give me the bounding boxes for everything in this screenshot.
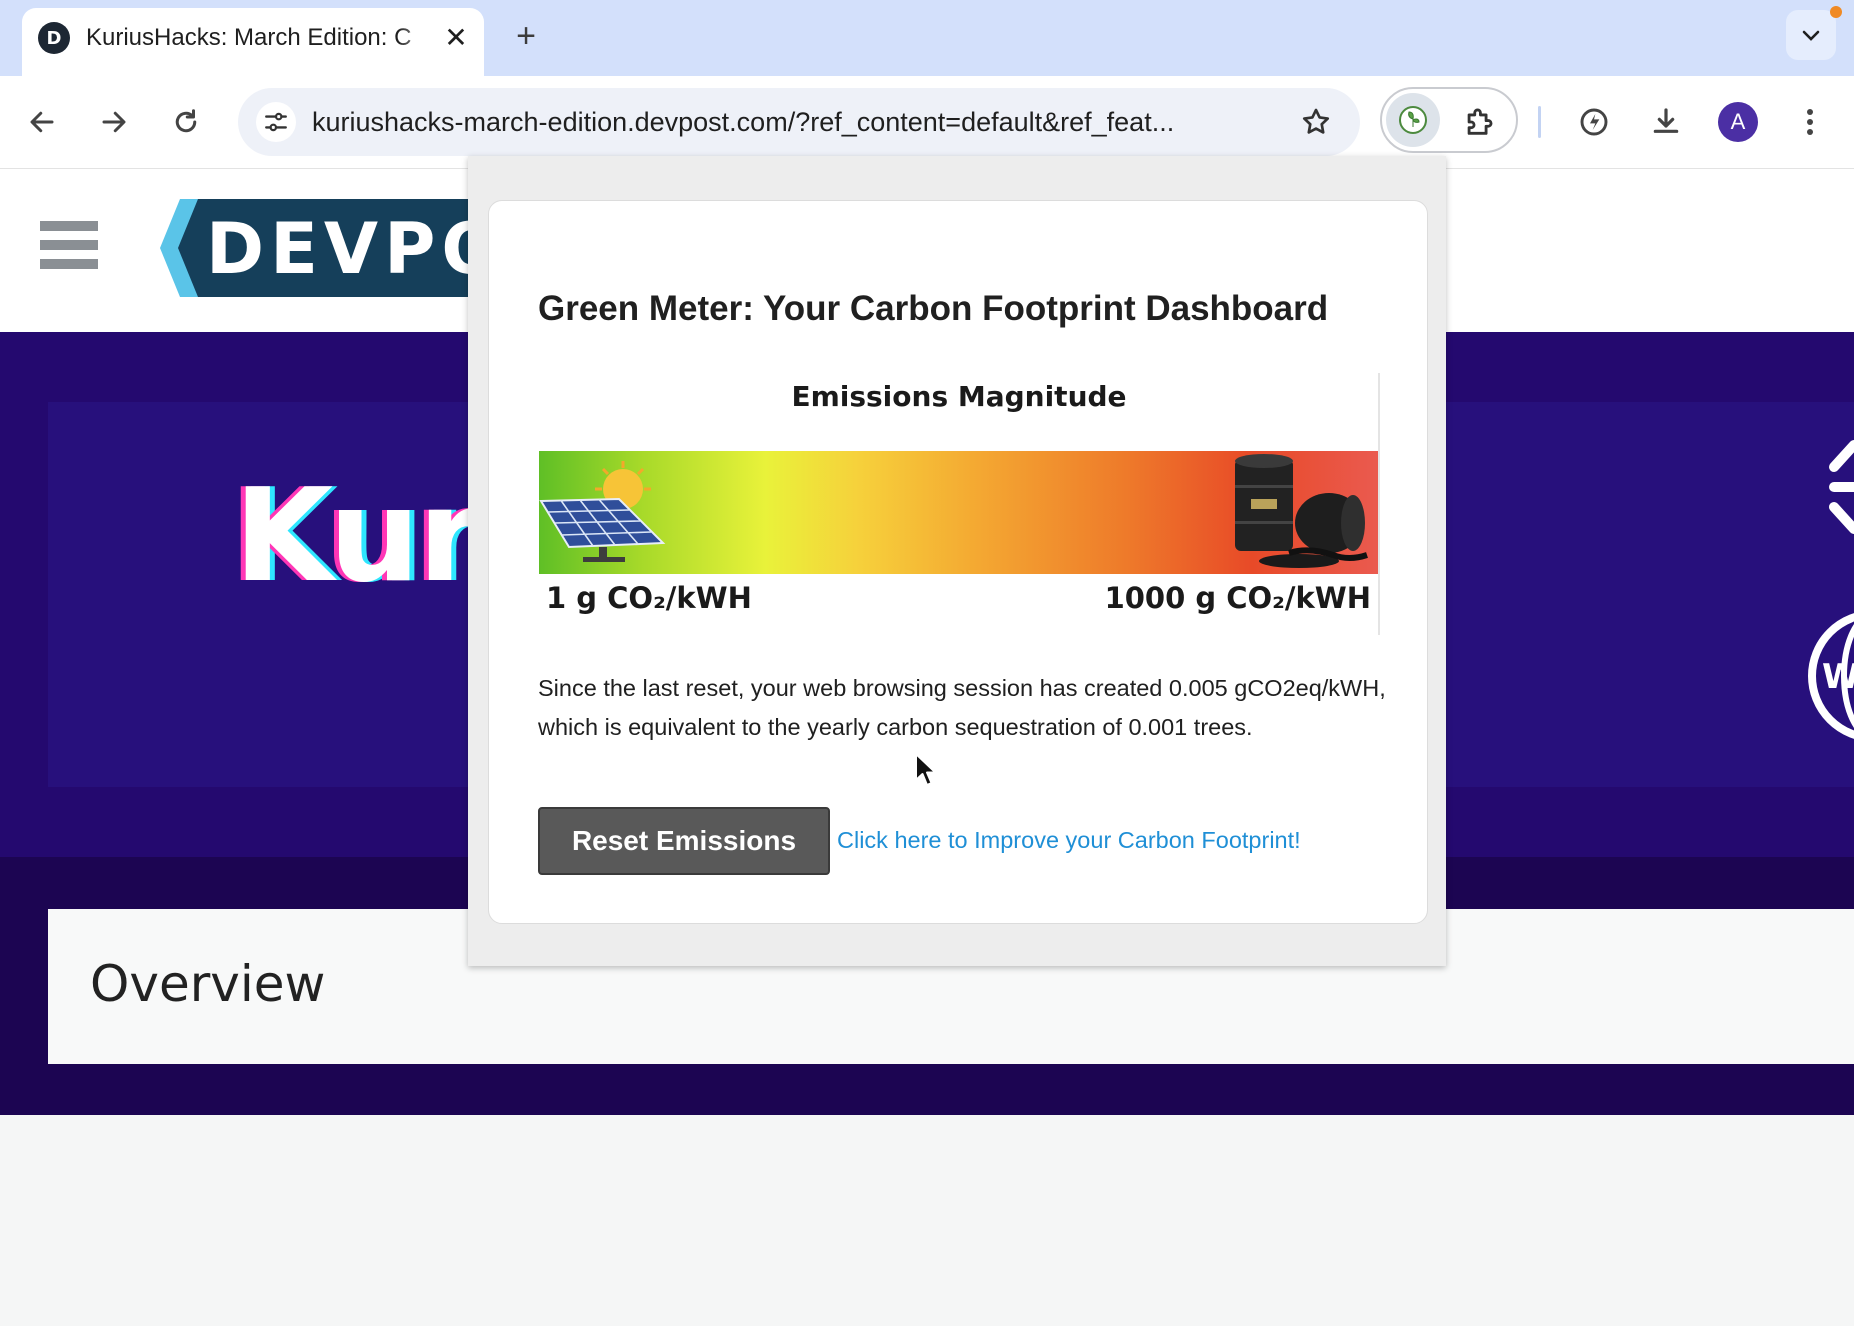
tab-search-button[interactable] xyxy=(1786,10,1836,60)
tab-strip: D KuriusHacks: March Edition: C ✕ + xyxy=(0,0,1854,76)
forward-button[interactable] xyxy=(90,98,138,146)
performance-button[interactable] xyxy=(1570,98,1618,146)
reload-button[interactable] xyxy=(162,98,210,146)
browser-tab[interactable]: D KuriusHacks: March Edition: C ✕ xyxy=(22,8,484,76)
tune-icon xyxy=(265,112,287,132)
meter-min-label: 1 g CO₂/kWH xyxy=(546,581,752,615)
chevron-down-icon xyxy=(1802,30,1820,41)
svg-text:W: W xyxy=(1822,657,1854,697)
extensions-group xyxy=(1380,87,1518,153)
meter-divider xyxy=(1378,373,1380,635)
devpost-logo[interactable]: DEVPOST xyxy=(160,199,490,297)
sparkle-icon xyxy=(1829,440,1854,534)
emissions-gradient-bar xyxy=(539,451,1378,574)
bookmark-star-button[interactable] xyxy=(1296,102,1336,142)
address-bar[interactable]: kuriushacks-march-edition.devpost.com/?r… xyxy=(238,88,1360,156)
green-meter-extension-button[interactable] xyxy=(1386,93,1440,147)
meter-title: Emissions Magnitude xyxy=(791,380,1127,413)
star-icon xyxy=(1302,108,1330,134)
reload-icon xyxy=(175,109,197,133)
more-vertical-icon xyxy=(1807,109,1813,135)
extension-popup: Green Meter: Your Carbon Footprint Dashb… xyxy=(468,156,1446,966)
back-button[interactable] xyxy=(18,98,66,146)
puzzle-icon xyxy=(1467,108,1493,135)
leaf-icon xyxy=(1399,106,1427,134)
extensions-button[interactable] xyxy=(1454,97,1504,147)
close-tab-icon[interactable]: ✕ xyxy=(440,22,472,54)
download-icon xyxy=(1653,108,1679,133)
globe-icon: W xyxy=(1808,613,1854,739)
downloads-button[interactable] xyxy=(1642,98,1690,146)
meter-max-label: 1000 g CO₂/kWH xyxy=(1104,581,1371,615)
devpost-favicon-icon: D xyxy=(38,22,70,54)
mouse-cursor-icon xyxy=(915,753,937,786)
logo-text: DEVPOST xyxy=(206,208,490,290)
emissions-summary: Since the last reset, your web browsing … xyxy=(538,675,1386,740)
toolbar-divider xyxy=(1538,106,1541,138)
site-info-button[interactable] xyxy=(256,102,296,142)
reset-emissions-button[interactable]: Reset Emissions xyxy=(538,807,830,875)
popup-title: Green Meter: Your Carbon Footprint Dashb… xyxy=(538,289,1329,328)
profile-avatar[interactable]: A xyxy=(1718,102,1758,142)
tab-title: KuriusHacks: March Edition: C xyxy=(86,24,412,51)
page-background xyxy=(0,1115,1854,1326)
hamburger-menu-icon[interactable] xyxy=(40,221,98,279)
oil-barrel-icon xyxy=(1235,454,1368,568)
notification-dot xyxy=(1830,6,1842,18)
new-tab-button[interactable]: + xyxy=(506,16,546,56)
energy-saver-icon xyxy=(1580,108,1608,136)
improve-footprint-link[interactable]: Click here to Improve your Carbon Footpr… xyxy=(837,827,1301,854)
arrow-right-icon xyxy=(102,111,126,133)
popup-card: Green Meter: Your Carbon Footprint Dashb… xyxy=(488,200,1428,924)
url-text[interactable]: kuriushacks-march-edition.devpost.com/?r… xyxy=(312,104,1282,140)
browser-menu-button[interactable] xyxy=(1786,98,1834,146)
arrow-left-icon xyxy=(30,111,54,133)
overview-title: Overview xyxy=(90,955,326,1013)
solar-panel-icon xyxy=(539,461,666,562)
